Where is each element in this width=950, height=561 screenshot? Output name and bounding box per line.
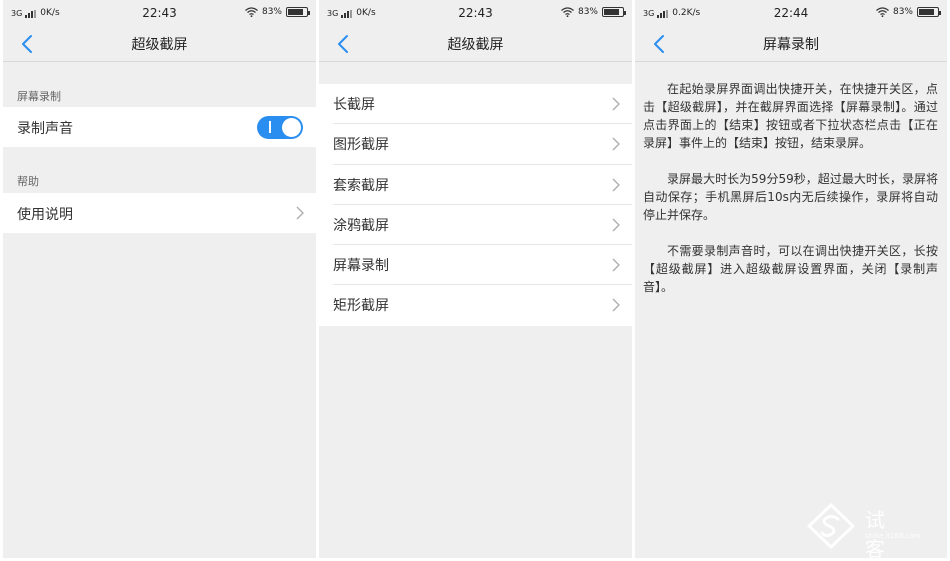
list-item-label: 长截屏 xyxy=(333,97,375,113)
page-title: 超级截屏 xyxy=(447,37,504,53)
battery-percent: 83% xyxy=(261,7,282,17)
list-item-label: 图形截屏 xyxy=(333,137,389,154)
watermark-subtext: shike.it168.com xyxy=(865,532,921,540)
section-label-help: 帮助 xyxy=(17,175,39,188)
list-item-label: 屏幕录制 xyxy=(333,258,389,275)
help-paragraph: 在起始录屏界面调出快捷开关，在快捷开关区，点击【超级截屏】，并在截屏界面选择【屏… xyxy=(643,82,938,150)
section-label-screen-recording: 屏幕录制 xyxy=(17,90,61,103)
title-bar: 超级截屏 xyxy=(319,26,632,62)
battery-percent: 83% xyxy=(577,7,598,17)
wifi-icon xyxy=(561,7,574,17)
wifi-icon xyxy=(876,7,889,17)
chevron-right-icon xyxy=(612,218,620,232)
settings-screen: 3G 0K/s 22:43 83% 超级截屏 屏幕录制 录制声音 帮助 使用说明 xyxy=(3,0,316,558)
list-item-label: 矩形截屏 xyxy=(333,298,389,315)
list-item-long-screenshot[interactable]: 长截屏 xyxy=(319,84,632,125)
wifi-icon xyxy=(245,7,258,17)
screenshot-modes-screen: 3G 0K/s 22:43 83% 超级截屏 长截屏 图形截屏 套索截屏 涂鸦截… xyxy=(319,0,632,558)
toggle-on-mark xyxy=(269,121,271,133)
page-title: 屏幕录制 xyxy=(763,37,819,53)
toggle-knob xyxy=(282,118,301,137)
battery-icon xyxy=(602,7,626,17)
battery-icon xyxy=(286,7,310,17)
list-item-shape-screenshot[interactable]: 图形截屏 xyxy=(319,124,632,165)
chevron-right-icon xyxy=(296,206,304,220)
help-paragraph: 不需要录制声音时，可以在调出快捷开关区，长按【超级截屏】进入超级截屏设置界面，关… xyxy=(643,244,938,294)
chevron-right-icon xyxy=(612,258,620,272)
screen-recording-help-screen: 3G 0.2K/s 22:44 83% 屏幕录制 在起始录屏界面调出快捷开关，在… xyxy=(635,0,947,558)
list-item-lasso-screenshot[interactable]: 套索截屏 xyxy=(319,165,632,205)
page-title: 超级截屏 xyxy=(131,37,188,53)
chevron-right-icon xyxy=(612,137,620,151)
battery-icon xyxy=(917,7,941,17)
title-bar: 超级截屏 xyxy=(3,26,316,62)
help-paragraph: 录屏最大时长为59分59秒，超过最大时长，录屏将自动保存；手机黑屏后10s内无后… xyxy=(643,172,938,222)
title-bar: 屏幕录制 xyxy=(635,26,947,62)
instructions-label: 使用说明 xyxy=(17,207,73,223)
status-bar: 3G 0K/s 22:43 83% xyxy=(3,0,316,26)
battery-percent: 83% xyxy=(892,7,913,17)
status-bar: 3G 0.2K/s 22:44 83% xyxy=(635,0,947,26)
record-audio-row: 录制声音 xyxy=(3,107,316,147)
list-item-label: 套索截屏 xyxy=(333,177,389,194)
list-item-screen-recording[interactable]: 屏幕录制 xyxy=(319,245,632,286)
status-bar: 3G 0K/s 22:43 83% xyxy=(319,0,632,26)
chevron-right-icon xyxy=(612,178,620,192)
list-item-doodle-screenshot[interactable]: 涂鸦截屏 xyxy=(319,205,632,246)
list-item-rectangle-screenshot[interactable]: 矩形截屏 xyxy=(319,285,632,325)
list-item-label: 涂鸦截屏 xyxy=(333,217,389,234)
record-audio-toggle[interactable] xyxy=(257,116,303,139)
watermark-text: 试客 xyxy=(865,508,905,558)
instructions-row[interactable]: 使用说明 xyxy=(3,193,316,233)
record-audio-label: 录制声音 xyxy=(17,121,73,137)
chevron-right-icon xyxy=(612,97,620,111)
chevron-right-icon xyxy=(612,299,620,312)
help-content: 在起始录屏界面调出快捷开关，在快捷开关区，点击【超级截屏】，并在截屏界面选择【屏… xyxy=(643,80,938,314)
screenshot-mode-list: 长截屏 图形截屏 套索截屏 涂鸦截屏 屏幕录制 矩形截屏 xyxy=(319,84,632,326)
watermark: 试客 shike.it168.com xyxy=(801,502,941,558)
watermark-logo-icon xyxy=(806,502,856,550)
